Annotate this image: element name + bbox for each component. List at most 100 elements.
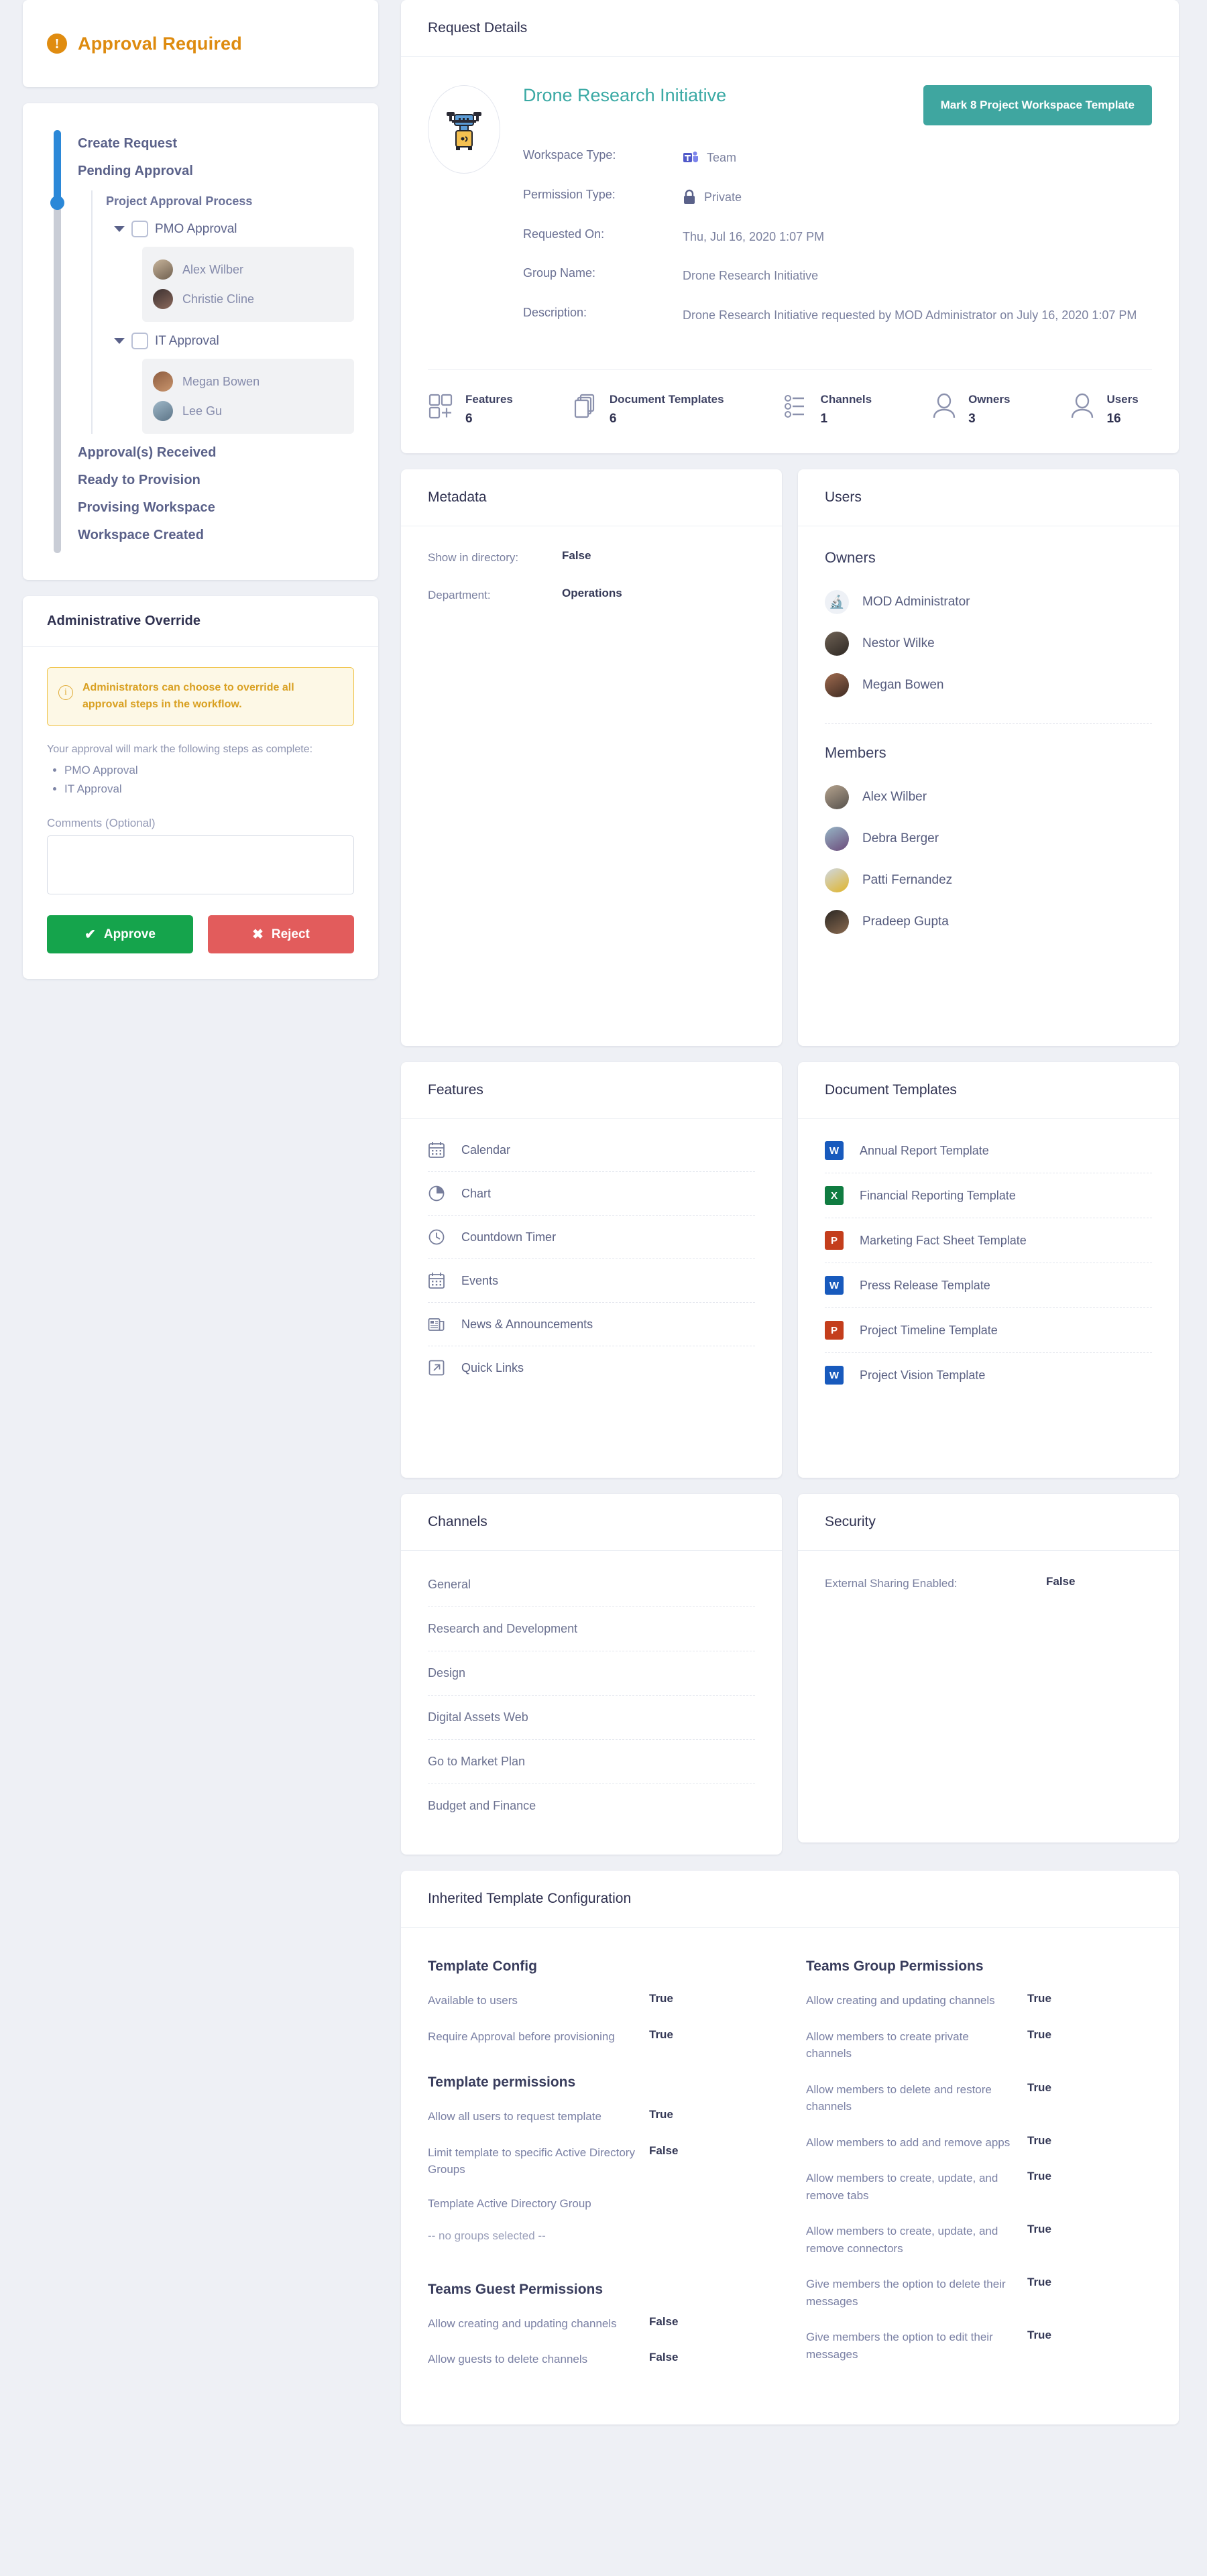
metadata-title: Metadata	[428, 489, 487, 506]
workflow-step-provising-workspace[interactable]: Provising Workspace	[78, 494, 354, 522]
guest-key: Allow guests to delete channels	[428, 2353, 588, 2366]
user-row[interactable]: Debra Berger	[825, 818, 1152, 860]
reject-button[interactable]: ✖ Reject	[208, 915, 354, 954]
stat-value: 6	[609, 412, 617, 426]
administrative-override-card: Administrative Override i Administrators…	[23, 596, 378, 980]
request-details-header: Request Details	[401, 0, 1179, 57]
timeline-current-knob	[50, 196, 64, 210]
approver-item[interactable]: Christie Cline	[153, 284, 343, 314]
right-column: Request Details Drone Research Initiativ…	[401, 0, 1207, 2481]
user-row[interactable]: Alex Wilber	[825, 776, 1152, 818]
approval-group-pmo-header[interactable]: PMO Approval	[106, 215, 354, 243]
approve-button[interactable]: ✔ Approve	[47, 915, 193, 954]
guest-value: False	[649, 2351, 679, 2364]
guest-row-allow-guests-delete-channels: Allow guests to delete channels False	[428, 2351, 774, 2368]
template-config-heading: Template Config	[428, 1958, 537, 1975]
chevron-down-icon[interactable]	[114, 226, 125, 232]
group-value: True	[1027, 2081, 1051, 2094]
document-template-row[interactable]: P Project Timeline Template	[825, 1308, 1152, 1354]
stat-label: Channels	[820, 392, 872, 406]
reject-button-label: Reject	[271, 927, 310, 941]
detail-row-permission-type: Permission Type: Private	[523, 188, 1152, 207]
user-row[interactable]: Megan Bowen	[825, 664, 1152, 706]
workspace-template-button[interactable]: Mark 8 Project Workspace Template	[923, 85, 1152, 125]
override-step-list: PMO Approval IT Approval	[64, 761, 354, 800]
metadata-card: Metadata Show in directory: False Depart…	[401, 469, 782, 1047]
user-icon	[1072, 393, 1094, 418]
document-template-label: Project Vision Template	[860, 1368, 986, 1382]
detail-row-group-name: Group Name: Drone Research Initiative	[523, 266, 1152, 286]
metadata-header: Metadata	[401, 469, 782, 527]
stat-label: Users	[1106, 392, 1139, 406]
group-key: Allow members to add and remove apps	[806, 2135, 1011, 2149]
stat-label: Owners	[968, 392, 1011, 406]
channels-title: Channels	[428, 1514, 487, 1530]
workflow-step-approvals-received[interactable]: Approval(s) Received	[78, 439, 354, 467]
feature-label: Calendar	[461, 1143, 511, 1157]
group-key: Give members the option to edit their me…	[806, 2331, 993, 2361]
config-key: Available to users	[428, 1994, 518, 2007]
feature-row[interactable]: Calendar	[428, 1128, 755, 1173]
workflow-step-ready-to-provision[interactable]: Ready to Provision	[78, 467, 354, 494]
group-value: True	[1027, 2276, 1051, 2289]
avatar	[825, 868, 849, 893]
detail-label: Permission Type:	[523, 187, 616, 201]
approve-button-label: Approve	[103, 927, 156, 941]
metadata-row-department: Department: Operations	[428, 587, 755, 604]
user-row[interactable]: Patti Fernandez	[825, 860, 1152, 901]
document-template-row[interactable]: W Project Vision Template	[825, 1353, 1152, 1397]
features-card: Features Calendar Chart Countdown Timer …	[401, 1062, 782, 1478]
document-templates-title: Document Templates	[825, 1082, 957, 1098]
workflow-step-pending-approval[interactable]: Pending Approval	[78, 158, 354, 185]
user-row[interactable]: Nestor Wilke	[825, 623, 1152, 664]
pie-chart-icon	[428, 1185, 445, 1202]
feature-label: Countdown Timer	[461, 1230, 557, 1244]
detail-row-description: Description: Drone Research Initiative r…	[523, 306, 1152, 325]
channel-row[interactable]: Design	[428, 1651, 755, 1696]
template-ad-group-value: -- no groups selected --	[428, 2229, 546, 2242]
config-row-available-to-users: Available to users True	[428, 1992, 774, 2009]
stat-channels: Channels 1	[783, 393, 872, 426]
feature-row[interactable]: News & Announcements	[428, 1303, 755, 1347]
document-template-row[interactable]: P Marketing Fact Sheet Template	[825, 1218, 1152, 1264]
feature-row[interactable]: Chart	[428, 1172, 755, 1216]
icon-letter: P	[830, 1234, 838, 1246]
approval-checkbox-it[interactable]	[131, 333, 148, 349]
approval-group-it-header[interactable]: IT Approval	[106, 327, 354, 355]
approver-name: Christie Cline	[182, 292, 255, 306]
document-template-row[interactable]: W Press Release Template	[825, 1263, 1152, 1309]
feature-row[interactable]: Quick Links	[428, 1346, 755, 1389]
user-name: Megan Bowen	[862, 678, 944, 693]
approver-name: Lee Gu	[182, 404, 223, 418]
document-template-row[interactable]: W Annual Report Template	[825, 1128, 1152, 1174]
approver-item[interactable]: Lee Gu	[153, 396, 343, 426]
detail-value-text: Private	[704, 190, 742, 204]
stat-features: Features 6	[428, 393, 513, 426]
workflow-step-workspace-created[interactable]: Workspace Created	[78, 522, 354, 549]
config-value: True	[649, 1992, 673, 2005]
user-row[interactable]: 🔬 MOD Administrator	[825, 581, 1152, 623]
approver-item[interactable]: Megan Bowen	[153, 367, 343, 396]
channel-row[interactable]: Go to Market Plan	[428, 1740, 755, 1785]
features-title: Features	[428, 1082, 483, 1098]
document-template-label: Financial Reporting Template	[860, 1188, 1016, 1202]
workflow-timeline: Create Request Pending Approval Project …	[23, 103, 378, 580]
feature-row[interactable]: Events	[428, 1259, 755, 1303]
channel-row[interactable]: Budget and Finance	[428, 1784, 755, 1828]
inherited-template-configuration-card: Inherited Template Configuration Templat…	[401, 1871, 1179, 2424]
workflow-step-create-request[interactable]: Create Request	[78, 130, 354, 158]
group-row-create-update-remove-tabs: Allow members to create, update, and rem…	[806, 2170, 1152, 2204]
comments-input[interactable]	[47, 835, 354, 895]
group-row-create-update-remove-connectors: Allow members to create, update, and rem…	[806, 2223, 1152, 2257]
channel-row[interactable]: General	[428, 1563, 755, 1608]
avatar	[153, 401, 173, 421]
approval-checkbox-pmo[interactable]	[131, 221, 148, 237]
document-template-row[interactable]: X Financial Reporting Template	[825, 1173, 1152, 1219]
feature-row[interactable]: Countdown Timer	[428, 1216, 755, 1260]
channel-row[interactable]: Digital Assets Web	[428, 1696, 755, 1741]
channel-row[interactable]: Research and Development	[428, 1607, 755, 1652]
chevron-down-icon[interactable]	[114, 338, 125, 344]
approver-item[interactable]: Alex Wilber	[153, 255, 343, 284]
metadata-key: Show in directory:	[428, 551, 519, 565]
user-row[interactable]: Pradeep Gupta	[825, 901, 1152, 943]
